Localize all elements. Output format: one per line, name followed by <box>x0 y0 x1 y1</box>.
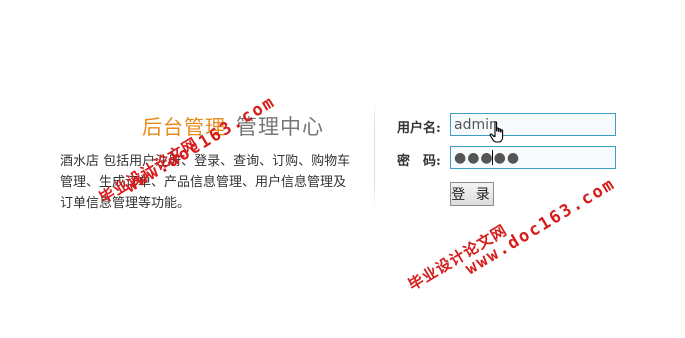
login-button[interactable]: 登 录 <box>450 182 494 206</box>
password-label: 密 码: <box>397 154 441 169</box>
username-input[interactable] <box>450 113 616 136</box>
login-page: 后台管理 管理中心 酒水店 包括用户注册、登录、查询、订购、购物车管理、生成订单… <box>0 0 685 338</box>
password-input[interactable] <box>450 146 616 169</box>
text-caret <box>492 150 493 165</box>
vertical-divider <box>374 103 375 207</box>
hand-pointer-icon <box>489 121 504 143</box>
username-label: 用户名: <box>397 121 441 136</box>
